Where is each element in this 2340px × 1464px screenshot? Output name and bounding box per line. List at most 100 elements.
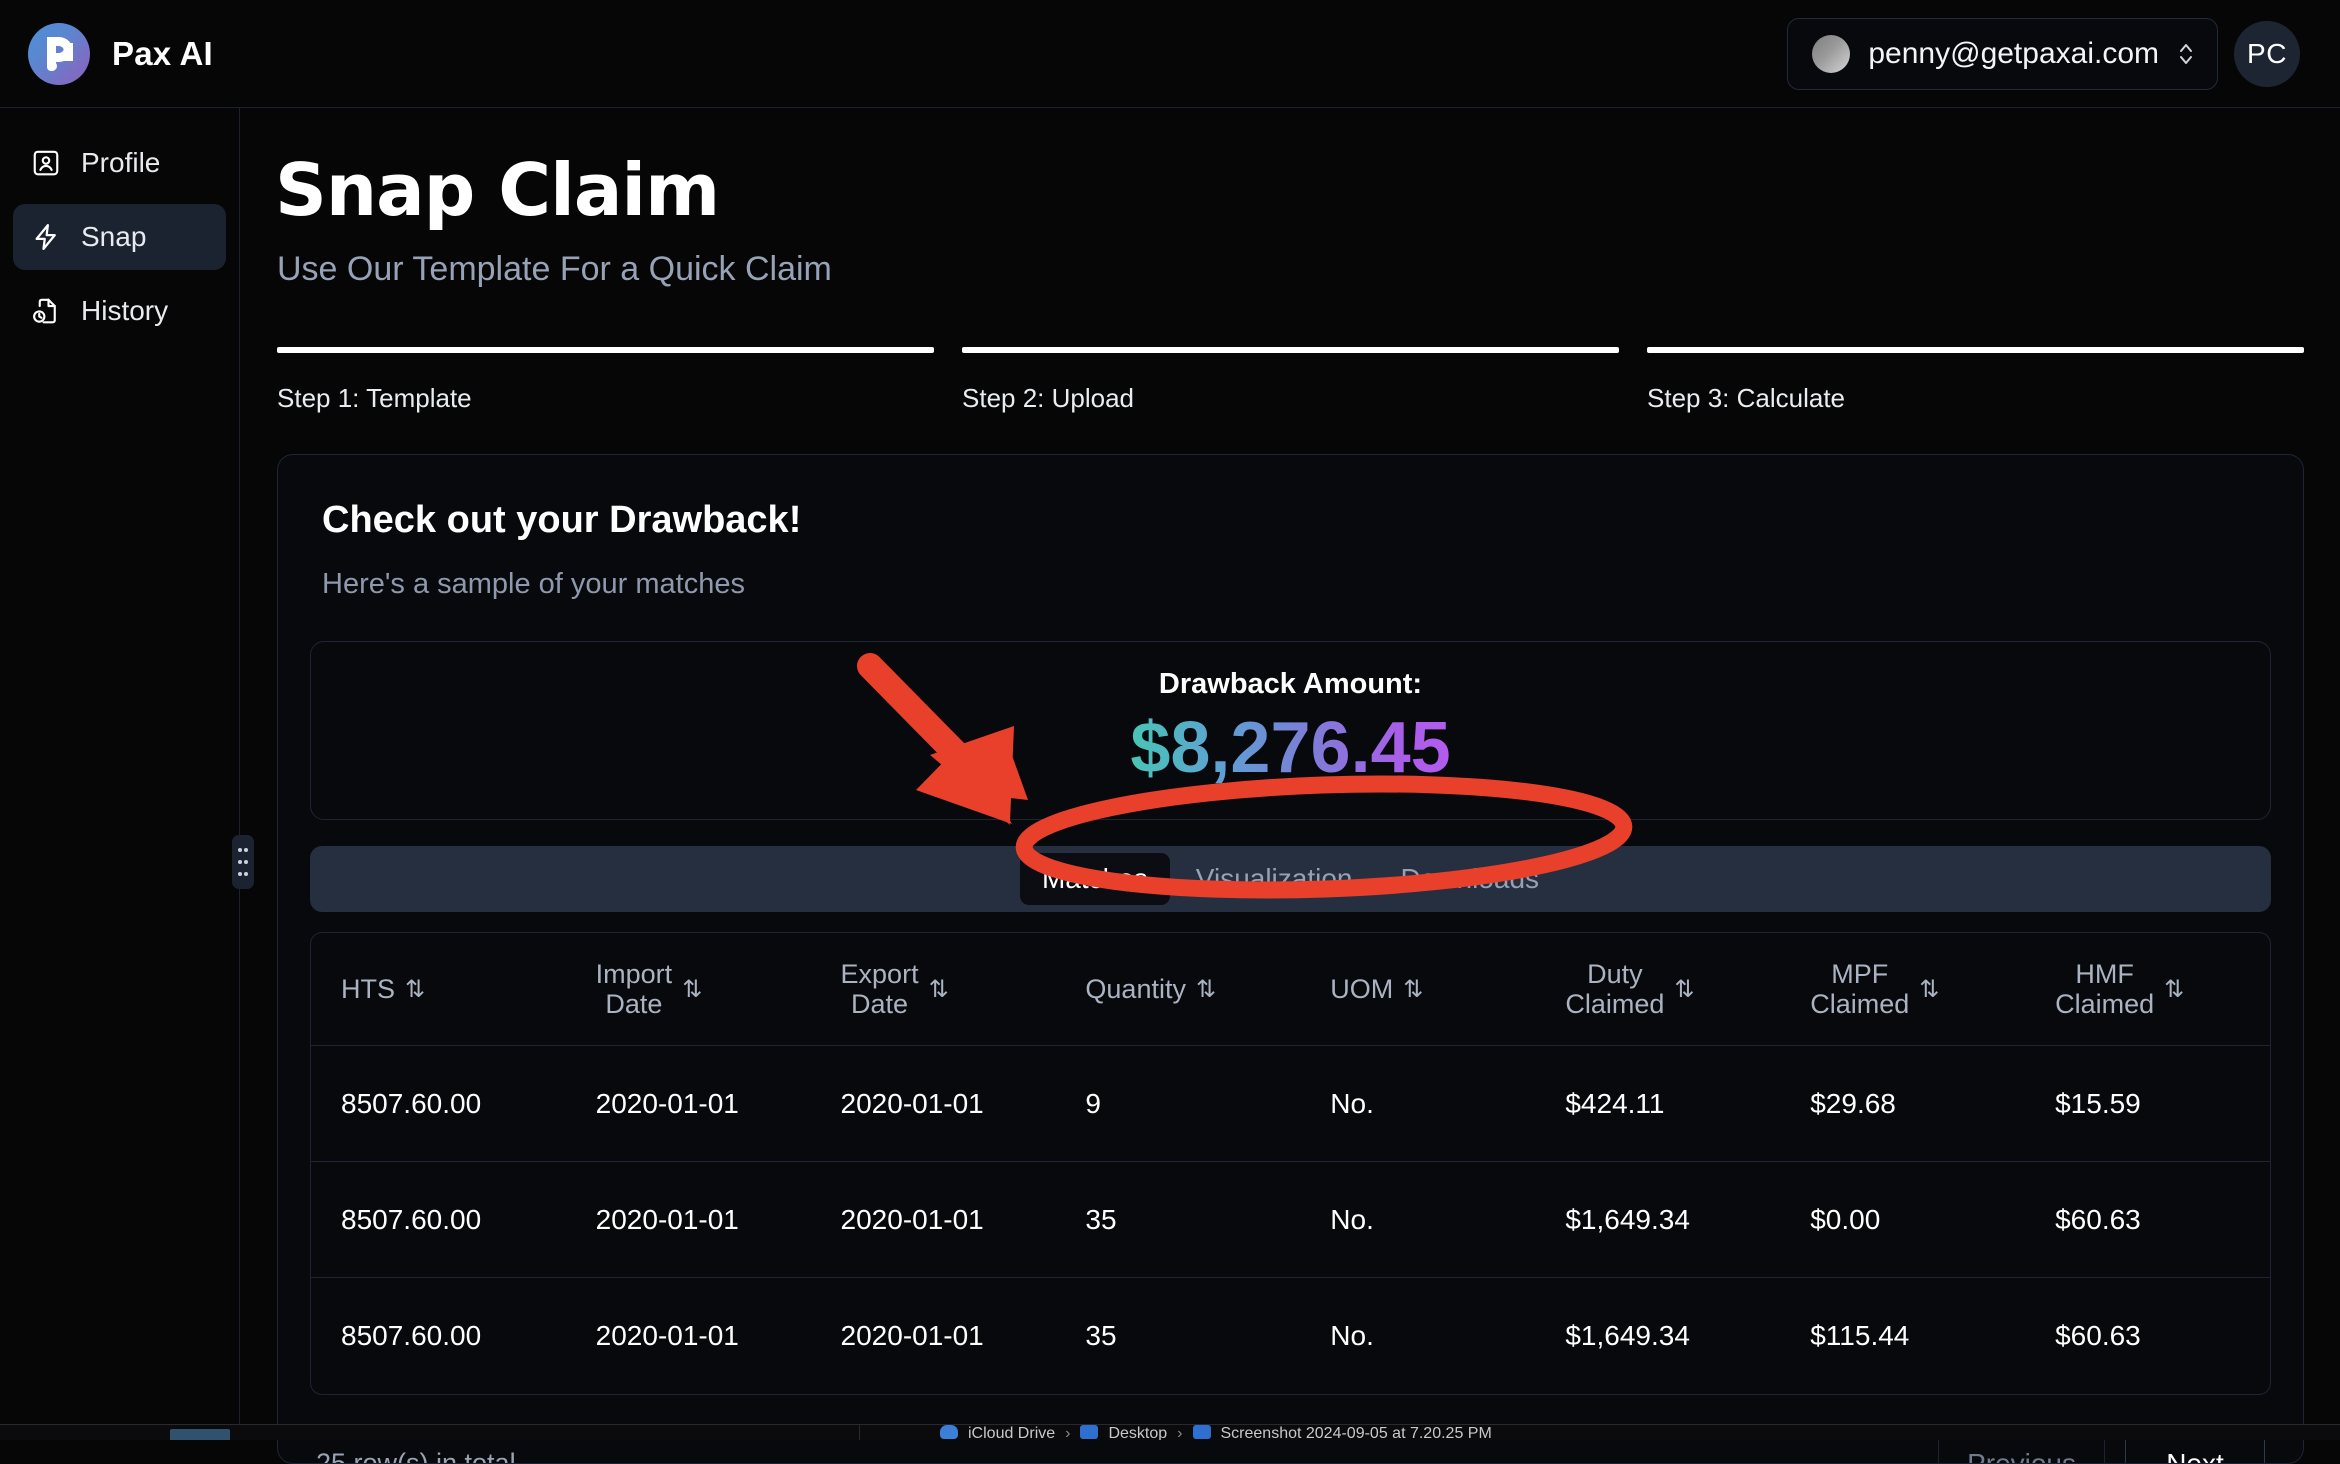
sidebar-item-history[interactable]: History	[13, 278, 226, 344]
col-export-date[interactable]: Export Date ⇅	[810, 933, 1056, 1047]
cell-uom: No.	[1330, 1320, 1374, 1352]
table-header-row: HTS ⇅ Import Date ⇅ Export Date ⇅ Quantity ⇅ U	[311, 933, 2270, 1047]
cell-export-date: 2020-01-01	[810, 1045, 1056, 1163]
step-progress: Step 1: Template Step 2: Upload Step 3: …	[277, 347, 2304, 414]
cell-hmf-claimed: $60.63	[2025, 1161, 2270, 1279]
cell-quantity: 35	[1055, 1161, 1301, 1279]
app-header: Pax AI penny@getpaxai.com PC	[0, 0, 2340, 108]
page-subtitle: Use Our Template For a Quick Claim	[277, 250, 832, 288]
col-quantity[interactable]: Quantity ⇅	[1055, 933, 1301, 1047]
desktop-folder-icon	[1080, 1425, 1099, 1439]
breadcrumb-separator: ›	[1065, 1425, 1071, 1440]
col-import-date[interactable]: Import Date ⇅	[565, 933, 811, 1047]
cell-mpf-claimed: $0.00	[1780, 1161, 2026, 1279]
cell-hmf-claimed: $60.63	[2055, 1320, 2141, 1352]
header-right: penny@getpaxai.com PC	[1787, 17, 2300, 90]
os-finder-path-bar: iCloud Drive › Desktop › Screenshot 2024…	[0, 1424, 2340, 1440]
account-selector[interactable]: penny@getpaxai.com	[1787, 17, 2218, 90]
cell-hts: 8507.60.00	[311, 1045, 566, 1163]
brand-name: Pax AI	[112, 34, 213, 72]
cell-duty-claimed: $1,649.34	[1565, 1320, 1690, 1352]
tab-bar: Matches Visualization Downloads	[310, 846, 2271, 912]
table-row: 8507.60.00 2020-01-01 2020-01-01 35 No. …	[311, 1161, 2270, 1279]
tab-visualization[interactable]: Visualization	[1174, 853, 1375, 905]
col-mpf-claimed[interactable]: MPF Claimed ⇅	[1780, 933, 2026, 1047]
step-2: Step 2: Upload	[962, 347, 1619, 414]
breadcrumb-separator: ›	[1177, 1425, 1183, 1440]
results-card: Check out your Drawback! Here's a sample…	[277, 454, 2304, 1464]
col-uom[interactable]: UOM ⇅	[1300, 933, 1536, 1047]
sort-updown-icon: ⇅	[682, 975, 703, 1003]
matches-table-wrap: HTS ⇅ Import Date ⇅ Export Date ⇅ Quantity ⇅ U	[310, 932, 2271, 1395]
sidebar-item-profile[interactable]: Profile	[13, 130, 226, 196]
cell-quantity: 9	[1055, 1045, 1301, 1163]
icloud-drive-icon	[940, 1425, 958, 1439]
cell-import-date: 2020-01-01	[565, 1045, 811, 1163]
breadcrumb-part[interactable]: iCloud Drive	[968, 1425, 1055, 1440]
drawback-amount-label: Drawback Amount:	[1158, 668, 1423, 700]
step-3: Step 3: Calculate	[1647, 347, 2304, 414]
sidebar-item-snap[interactable]: Snap	[13, 204, 226, 270]
finder-breadcrumb: iCloud Drive › Desktop › Screenshot 2024…	[860, 1425, 1492, 1440]
sort-updown-icon: ⇅	[2164, 975, 2185, 1003]
avatar	[1812, 34, 1851, 73]
cell-quantity: 35	[1085, 1320, 1117, 1352]
drawback-amount-box: Drawback Amount: $8,276.45	[310, 641, 2271, 820]
cell-import-date: 2020-01-01	[595, 1320, 739, 1352]
card-title: Check out your Drawback!	[322, 499, 802, 541]
step-1: Step 1: Template	[277, 347, 934, 414]
table-head: HTS ⇅ Import Date ⇅ Export Date ⇅ Quantity ⇅ U	[311, 933, 2270, 1047]
cell-uom: No.	[1300, 1161, 1536, 1279]
cell-hts: 8507.60.00	[341, 1320, 482, 1352]
col-hmf-claimed[interactable]: HMF Claimed ⇅	[2025, 933, 2270, 1047]
tab-matches[interactable]: Matches	[1019, 853, 1170, 905]
col-duty-claimed[interactable]: Duty Claimed ⇅	[1535, 933, 1781, 1047]
lightning-bolt-icon	[31, 222, 61, 252]
file-clock-icon	[31, 296, 61, 326]
cell-import-date: 2020-01-01	[565, 1161, 811, 1279]
step-1-label: Step 1: Template	[277, 383, 472, 413]
table-row: 8507.60.00 2020-01-01 2020-01-01 35 No. …	[311, 1278, 2270, 1394]
user-card-icon	[31, 148, 61, 178]
sidebar-item-label: History	[81, 295, 169, 326]
sort-updown-icon: ⇅	[1195, 975, 1217, 1003]
cell-duty-claimed: $1,649.34	[1535, 1161, 1781, 1279]
cell-uom: No.	[1300, 1045, 1536, 1163]
sort-updown-icon: ⇅	[1919, 975, 1940, 1003]
step-3-label: Step 3: Calculate	[1647, 383, 1846, 413]
sidebar: Profile Snap History	[0, 108, 240, 1440]
user-avatar-initials[interactable]: PC	[2234, 20, 2300, 87]
cell-duty-claimed: $424.11	[1535, 1045, 1781, 1163]
card-subtitle: Here's a sample of your matches	[322, 568, 745, 600]
page-title: Snap Claim	[275, 148, 720, 232]
finder-sidebar-strip	[0, 1425, 860, 1440]
step-2-label: Step 2: Upload	[962, 383, 1135, 413]
cell-export-date: 2020-01-01	[840, 1320, 984, 1352]
cell-mpf-claimed: $115.44	[1810, 1320, 1910, 1352]
col-hts[interactable]: HTS ⇅	[311, 933, 566, 1047]
sort-updown-icon: ⇅	[928, 975, 949, 1003]
tab-downloads[interactable]: Downloads	[1379, 853, 1562, 905]
cell-hmf-claimed: $15.59	[2025, 1045, 2270, 1163]
chevron-updown-icon	[2177, 39, 2195, 69]
step-3-bar	[1647, 347, 2304, 353]
table-body: 8507.60.00 2020-01-01 2020-01-01 9 No. $…	[311, 1045, 2270, 1394]
sort-updown-icon: ⇅	[1403, 975, 1424, 1003]
brand: Pax AI	[28, 22, 213, 85]
cell-mpf-claimed: $29.68	[1780, 1045, 2026, 1163]
step-2-bar	[962, 347, 1619, 353]
sort-updown-icon: ⇅	[1674, 975, 1695, 1003]
sidebar-item-label: Profile	[81, 147, 161, 178]
account-email: penny@getpaxai.com	[1868, 36, 2159, 70]
breadcrumb-part[interactable]: Screenshot 2024-09-05 at 7.20.25 PM	[1221, 1425, 1492, 1440]
pax-logo-icon	[28, 22, 90, 85]
breadcrumb-part[interactable]: Desktop	[1108, 1425, 1167, 1440]
sort-updown-icon: ⇅	[405, 975, 426, 1003]
main-content: Snap Claim Use Our Template For a Quick …	[241, 108, 2340, 1464]
cell-hts: 8507.60.00	[311, 1161, 566, 1279]
matches-table: HTS ⇅ Import Date ⇅ Export Date ⇅ Quantity ⇅ U	[311, 933, 2270, 1394]
screenshot-file-icon	[1192, 1425, 1211, 1439]
sidebar-item-label: Snap	[81, 221, 147, 252]
row-count-label: 25 row(s) in total	[316, 1448, 516, 1464]
finder-thumb-icon	[170, 1429, 230, 1440]
